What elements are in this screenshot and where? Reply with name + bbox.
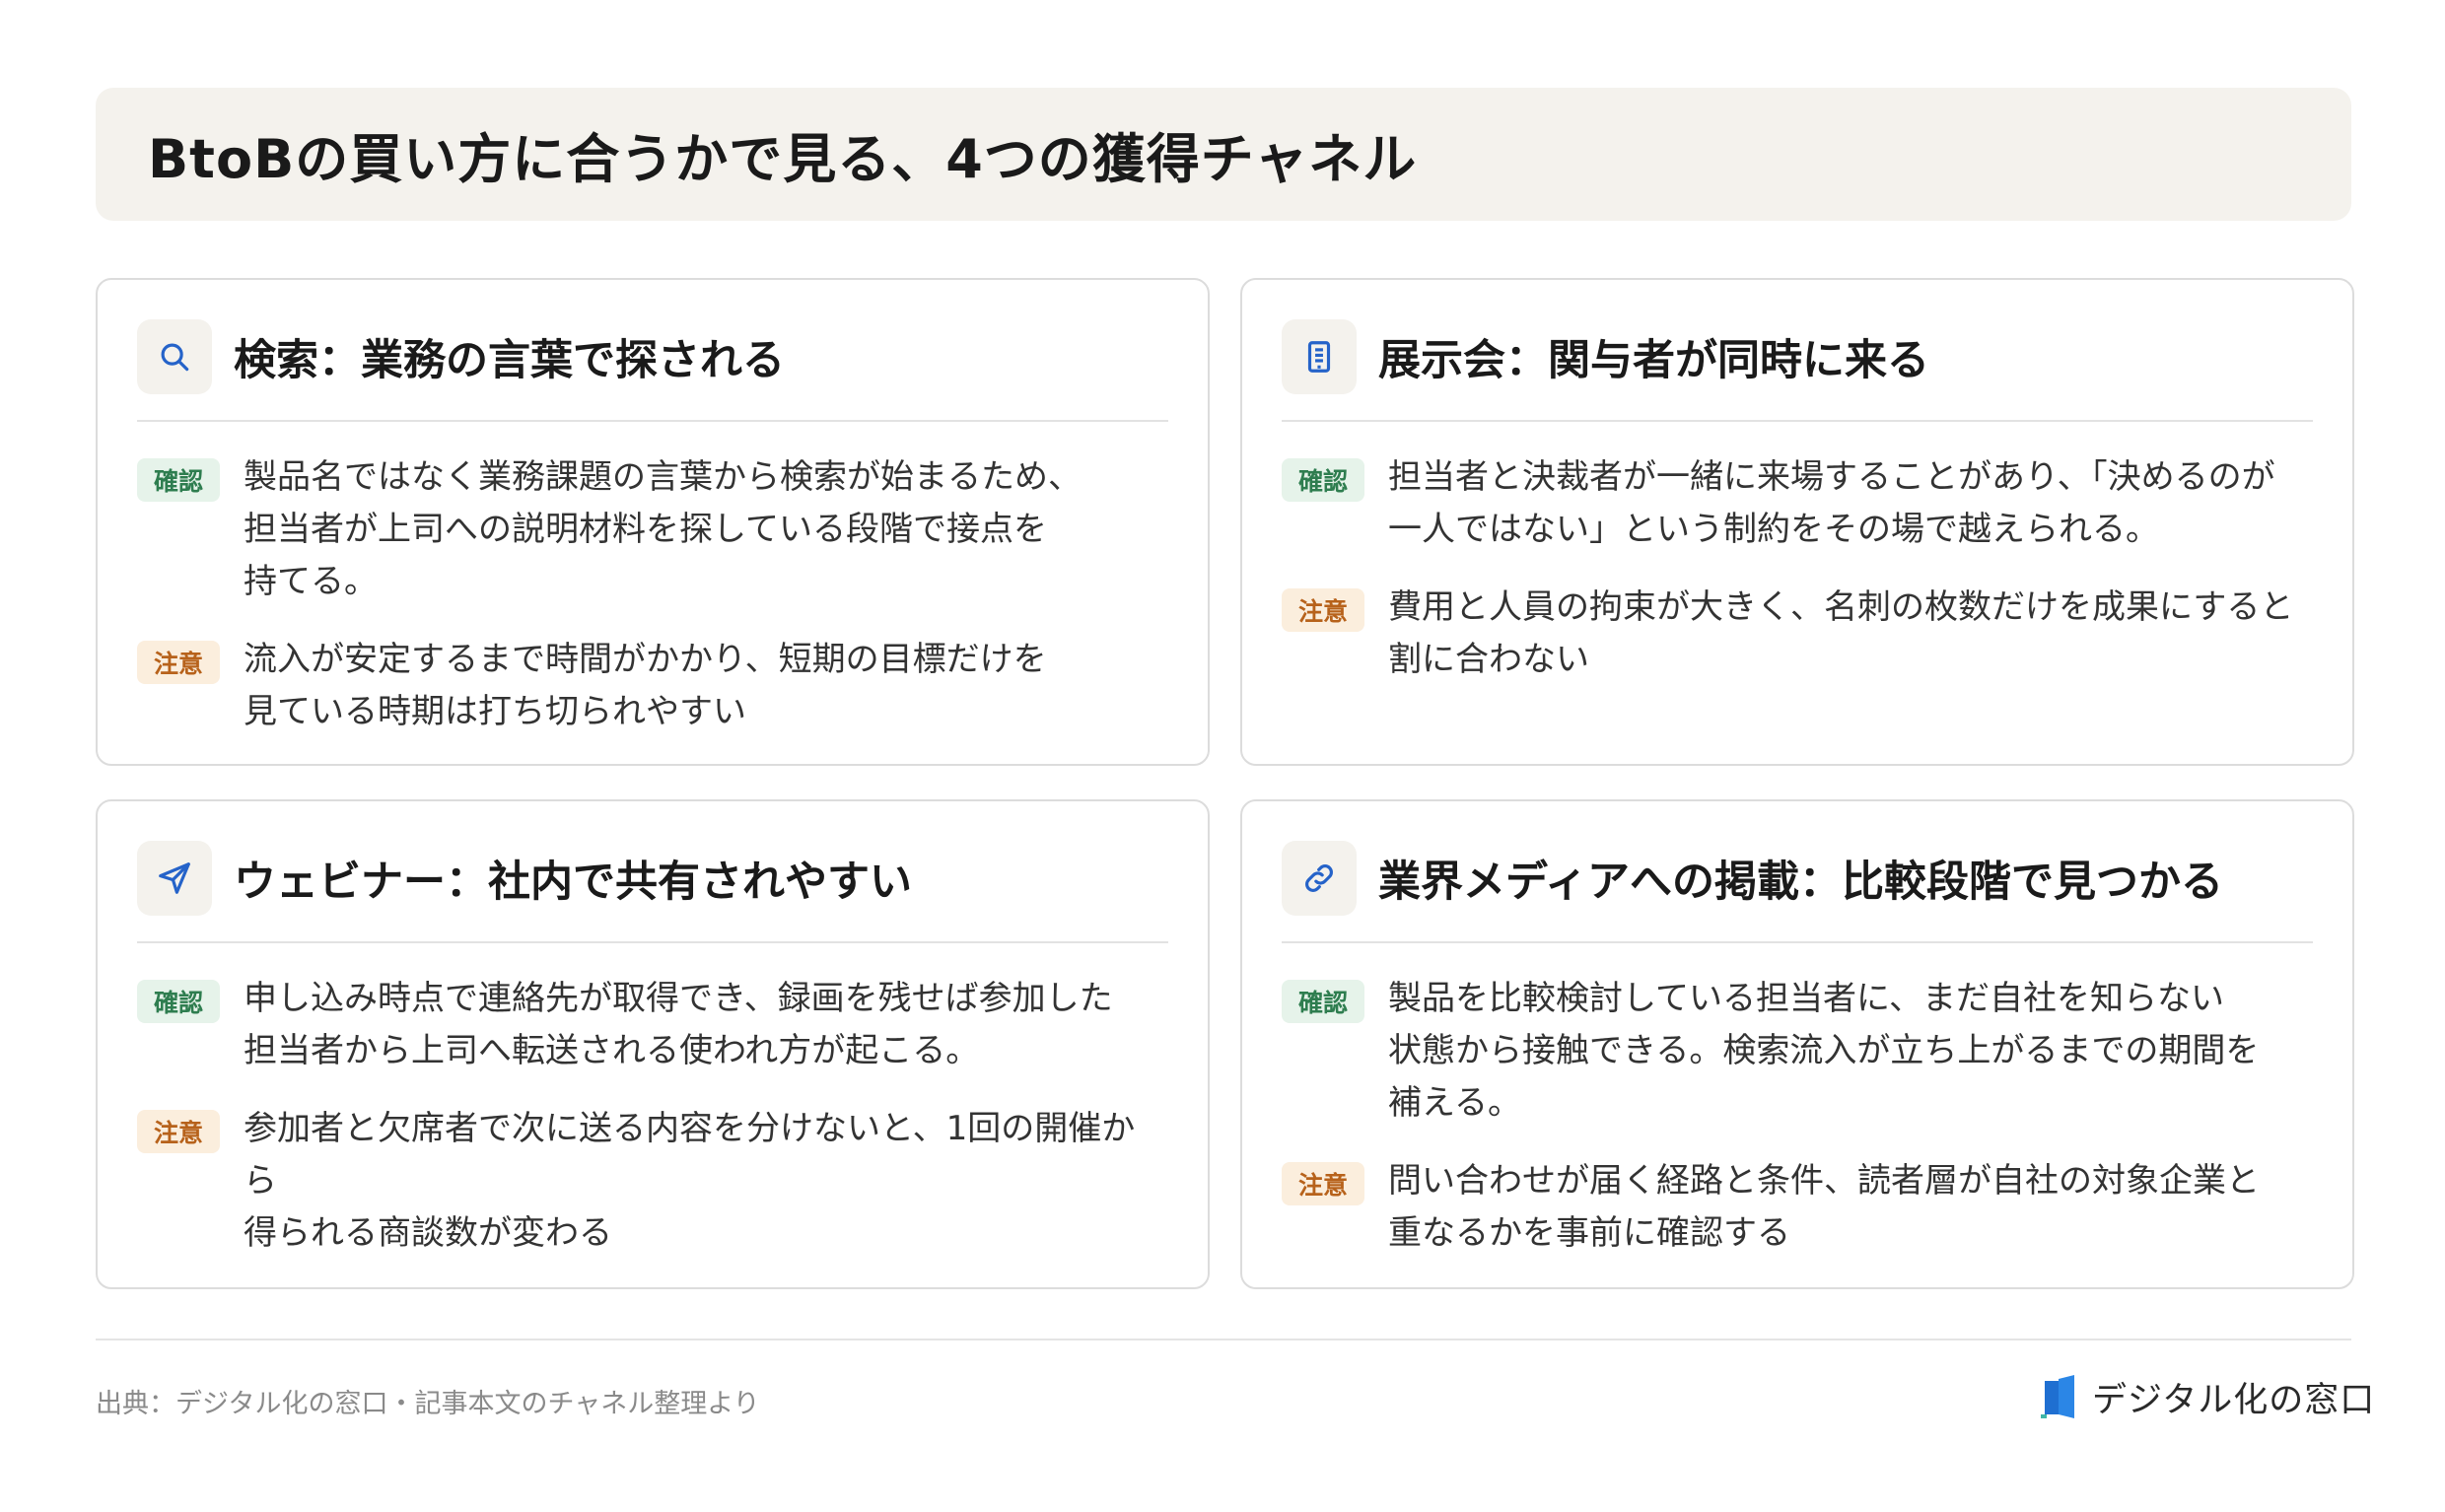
confirm-text: 製品を比較検討している担当者に、まだ自社を知らない 状態から接触できる。検索流入が… (1388, 979, 2260, 1123)
channel-card-webinar: ウェビナー：社内で共有されやすい 確認 申し込み時点で連絡先が取得でき、録画を残… (96, 799, 1210, 1289)
caution-text: 参加者と欠席者で次に送る内容を分けないと、1回の開催から 得られる商談数が変わる (244, 1109, 1136, 1253)
send-icon (137, 841, 212, 916)
source-note: 出典：デジタル化の窓口・記事本文のチャネル整理より (96, 1389, 760, 1419)
confirm-row: 確認 申し込み時点で連絡先が取得でき、録画を残せば参加した 担当者から上司へ転送さ… (137, 973, 1168, 1077)
caution-row: 注意 費用と人員の拘束が大きく、名刺の枚数だけを成果にすると 割に合わない (1282, 582, 2313, 686)
window-logo-icon (2041, 1374, 2074, 1418)
caution-badge: 注意 (137, 641, 220, 684)
caution-row: 注意 流入が安定するまで時間がかかり、短期の目標だけを 見ている時期は打ち切られや… (137, 634, 1168, 738)
caution-badge: 注意 (137, 1110, 220, 1153)
title-bar: BtoBの買い方に合うかで見る、4つの獲得チャネル (96, 88, 2351, 221)
caution-row: 注意 問い合わせが届く経路と条件、読者層が自社の対象企業と 重なるかを事前に確認す… (1282, 1155, 2313, 1260)
confirm-badge: 確認 (1282, 980, 1364, 1023)
confirm-text: 担当者と決裁者が一緒に来場することがあり、「決めるのが 一人ではない」という制約を… (1388, 457, 2275, 549)
card-title: 検索：業務の言葉で探される (234, 336, 785, 385)
page-title: BtoBの買い方に合うかで見る、4つの獲得チャネル (148, 128, 1418, 190)
card-divider (1282, 420, 2313, 422)
confirm-text: 製品名ではなく業務課題の言葉から検索が始まるため、 担当者が上司への説明材料を探し… (244, 457, 1082, 601)
caution-text: 問い合わせが届く経路と条件、読者層が自社の対象企業と 重なるかを事前に確認する (1388, 1161, 2260, 1253)
card-title: 業界メディアへの掲載：比較段階で見つかる (1378, 858, 2223, 907)
confirm-badge: 確認 (1282, 458, 1364, 502)
confirm-badge: 確認 (137, 980, 220, 1023)
card-title: ウェビナー：社内で共有されやすい (234, 858, 912, 907)
confirm-row: 確認 製品名ではなく業務課題の言葉から検索が始まるため、 担当者が上司への説明材料… (137, 451, 1168, 608)
channel-card-media: 業界メディアへの掲載：比較段階で見つかる 確認 製品を比較検討している担当者に、… (1240, 799, 2354, 1289)
link-icon (1282, 841, 1357, 916)
search-icon (137, 319, 212, 394)
confirm-row: 確認 製品を比較検討している担当者に、まだ自社を知らない 状態から接触できる。検索… (1282, 973, 2313, 1130)
confirm-row: 確認 担当者と決裁者が一緒に来場することがあり、「決めるのが 一人ではない」という… (1282, 451, 2313, 556)
card-header: 検索：業務の言葉で探される (137, 319, 1168, 394)
footer-divider (96, 1339, 2351, 1340)
caution-text: 費用と人員の拘束が大きく、名刺の枚数だけを成果にすると 割に合わない (1388, 587, 2294, 679)
card-header: ウェビナー：社内で共有されやすい (137, 841, 1168, 916)
card-header: 業界メディアへの掲載：比較段階で見つかる (1282, 841, 2313, 916)
caution-row: 注意 参加者と欠席者で次に送る内容を分けないと、1回の開催から 得られる商談数が変… (137, 1103, 1168, 1260)
channel-card-exhibition: 展示会：関与者が同時に来る 確認 担当者と決裁者が一緒に来場することがあり、「決… (1240, 278, 2354, 766)
brand-name: デジタル化の窓口 (2092, 1381, 2376, 1420)
brand-logo: デジタル化の窓口 (2041, 1372, 2375, 1422)
card-divider (1282, 941, 2313, 943)
card-divider (137, 420, 1168, 422)
caution-text: 流入が安定するまで時間がかかり、短期の目標だけを 見ている時期は打ち切られやすい (244, 640, 1047, 731)
building-icon (1282, 319, 1357, 394)
card-divider (137, 941, 1168, 943)
card-header: 展示会：関与者が同時に来る (1282, 319, 2313, 394)
caution-badge: 注意 (1282, 1162, 1364, 1205)
channel-card-search: 検索：業務の言葉で探される 確認 製品名ではなく業務課題の言葉から検索が始まるた… (96, 278, 1210, 766)
confirm-badge: 確認 (137, 458, 220, 502)
caution-badge: 注意 (1282, 588, 1364, 632)
confirm-text: 申し込み時点で連絡先が取得でき、録画を残せば参加した 担当者から上司へ転送される使… (244, 979, 1113, 1070)
card-title: 展示会：関与者が同時に来る (1378, 336, 1929, 385)
